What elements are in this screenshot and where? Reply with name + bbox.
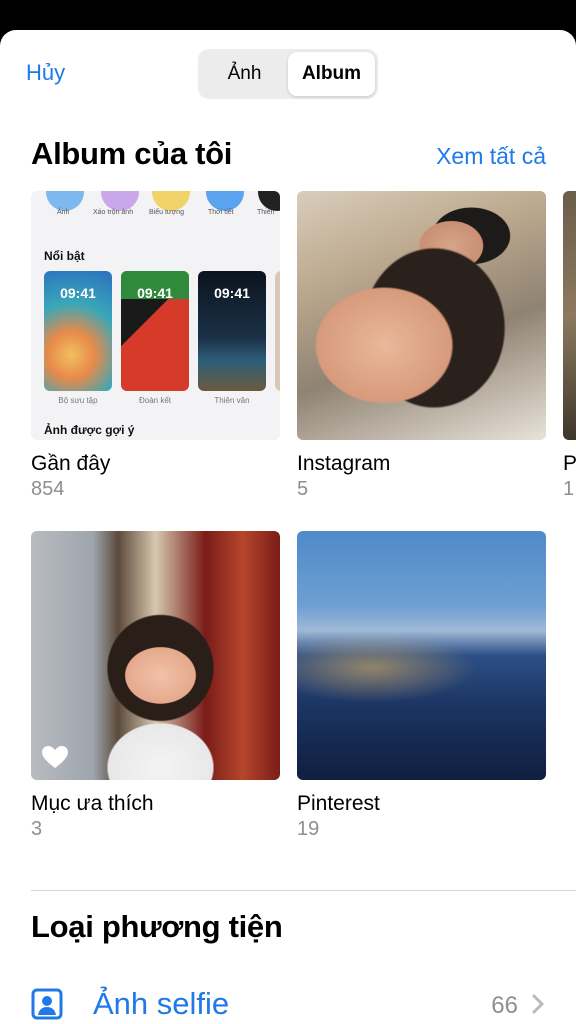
my-albums-title: Album của tôi <box>31 136 233 171</box>
wallpaper-preview: 09:41 <box>121 271 189 391</box>
wallpaper-label: Thiên văn <box>214 396 250 405</box>
heart-icon <box>42 746 68 768</box>
wallpaper-label: Đoàn kết <box>138 396 172 405</box>
segmented-control: Ảnh Album <box>198 49 378 99</box>
suggested-title: Ảnh được gợi ý <box>44 423 135 437</box>
portrait-icon <box>31 988 63 1020</box>
icon-label: Biểu tượng <box>149 209 184 216</box>
media-type-selfies[interactable]: Ảnh selfie 66 <box>0 980 576 1024</box>
album-recent-thumbnail: Ảnh Xáo trộn ảnh Biểu tượng Thời tiết Th… <box>31 191 280 440</box>
icon-label: Ảnh <box>57 209 70 216</box>
album-partial[interactable]: P 1 <box>563 191 576 501</box>
album-count: 19 <box>297 818 320 840</box>
album-recent[interactable]: Ảnh Xáo trộn ảnh Biểu tượng Thời tiết Th… <box>31 191 280 501</box>
album-instagram[interactable]: Instagram 5 <box>297 191 546 501</box>
section-divider <box>31 890 576 891</box>
wallpaper-preview: 09:41 <box>198 271 266 391</box>
album-picker-sheet: Hủy Ảnh Album Album của tôi Xem tất cả Ả… <box>0 30 576 1024</box>
wallpaper-preview: 09:41 <box>44 271 112 391</box>
album-name: Pinterest <box>297 792 380 815</box>
album-favorites-thumbnail <box>31 531 280 780</box>
album-instagram-thumbnail <box>297 191 546 440</box>
album-name: Gần đây <box>31 452 111 475</box>
album-favorites[interactable]: Mục ưa thích 3 <box>31 531 280 841</box>
wallpaper-label: Bộ sưu tập <box>58 396 98 405</box>
tab-albums[interactable]: Album <box>288 52 375 96</box>
chevron-right-icon <box>532 994 544 1014</box>
featured-title: Nổi bật <box>44 249 85 263</box>
album-pinterest[interactable]: Pinterest 19 <box>297 531 546 841</box>
album-name: P <box>563 452 576 475</box>
album-pinterest-thumbnail <box>297 531 546 780</box>
icon-label: Thiên <box>257 209 275 216</box>
album-count: 1 <box>563 478 575 500</box>
album-name: Mục ưa thích <box>31 792 154 815</box>
album-partial-thumbnail <box>563 191 576 440</box>
media-types-title: Loại phương tiện <box>31 909 283 944</box>
media-type-label: Ảnh selfie <box>93 986 230 1021</box>
media-type-count: 66 <box>491 992 518 1019</box>
album-count: 3 <box>31 818 43 840</box>
album-count: 5 <box>297 478 309 500</box>
album-count: 854 <box>31 478 65 500</box>
icon-label: Xáo trộn ảnh <box>93 209 134 216</box>
see-all-link[interactable]: Xem tất cả <box>436 143 546 170</box>
cancel-button[interactable]: Hủy <box>26 60 65 86</box>
album-name: Instagram <box>297 452 391 475</box>
tab-photos[interactable]: Ảnh <box>201 52 288 96</box>
icon-label: Thời tiết <box>208 209 234 216</box>
